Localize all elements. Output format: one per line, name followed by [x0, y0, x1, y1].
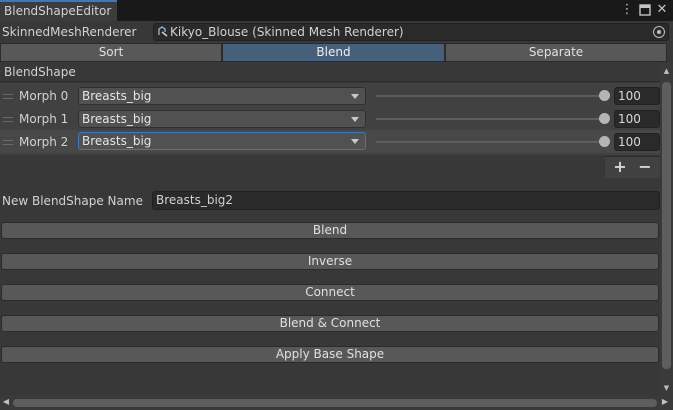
inverse-button[interactable]: Inverse	[1, 253, 659, 270]
blend-button[interactable]: Blend	[1, 222, 659, 239]
blendshape-list-header: BlendShape	[0, 63, 660, 82]
weight-input[interactable]: 100	[614, 133, 660, 151]
new-name-input[interactable]: Breasts_big2	[152, 191, 660, 210]
chevron-down-icon	[351, 139, 359, 144]
blendshape-dropdown[interactable]: Breasts_big	[78, 87, 366, 105]
maximize-icon[interactable]	[638, 2, 652, 18]
renderer-object-field[interactable]: Kikyo_Blouse (Skinned Mesh Renderer)	[153, 23, 669, 41]
blend-and-connect-button[interactable]: Blend & Connect	[1, 315, 659, 332]
blendshape-dropdown[interactable]: Breasts_big	[78, 132, 366, 150]
horizontal-scroll-thumb[interactable]	[13, 399, 657, 407]
chevron-down-icon	[351, 94, 359, 99]
add-item-button[interactable]: +	[610, 158, 630, 176]
dropdown-value: Breasts_big	[82, 112, 152, 126]
morph-label: Morph 2	[19, 135, 69, 149]
blendshape-header-label: BlendShape	[4, 65, 76, 79]
scroll-down-icon[interactable]: ▼	[662, 384, 671, 392]
drag-handle-icon[interactable]	[3, 117, 13, 122]
blendshape-dropdown[interactable]: Breasts_big	[78, 110, 366, 128]
weight-slider-thumb[interactable]	[599, 136, 610, 147]
weight-input[interactable]: 100	[614, 87, 660, 105]
drag-handle-icon[interactable]	[3, 140, 13, 145]
editor-tab[interactable]: BlendShapeEditor	[0, 0, 117, 21]
scroll-left-icon[interactable]: ◀	[1, 397, 11, 407]
weight-input[interactable]: 100	[614, 110, 660, 128]
dropdown-value: Breasts_big	[82, 89, 152, 103]
editor-tab-title: BlendShapeEditor	[4, 4, 112, 18]
remove-item-button[interactable]: −	[635, 158, 655, 176]
mode-sort-button[interactable]: Sort	[0, 43, 222, 62]
mode-separate-button[interactable]: Separate	[445, 43, 667, 62]
morph-label: Morph 0	[19, 89, 69, 103]
scroll-up-icon[interactable]: ▲	[662, 67, 671, 75]
renderer-label: SkinnedMeshRenderer	[2, 25, 137, 39]
new-name-label: New BlendShape Name	[2, 194, 143, 208]
mesh-renderer-icon	[157, 25, 168, 37]
menu-dots-icon[interactable]: ⋮	[620, 2, 634, 18]
chevron-down-icon	[351, 117, 359, 122]
connect-button[interactable]: Connect	[1, 284, 659, 301]
weight-slider-track[interactable]	[376, 118, 604, 120]
scroll-right-icon[interactable]: ▶	[660, 397, 670, 407]
close-icon[interactable]: ✕	[655, 2, 669, 18]
drag-handle-icon[interactable]	[3, 94, 13, 99]
vertical-scroll-thumb[interactable]	[662, 82, 671, 369]
weight-slider-thumb[interactable]	[599, 113, 610, 124]
mode-blend-button[interactable]: Blend	[222, 43, 445, 62]
weight-slider-thumb[interactable]	[599, 90, 610, 101]
weight-slider-track[interactable]	[376, 95, 604, 97]
renderer-value: Kikyo_Blouse (Skinned Mesh Renderer)	[170, 25, 404, 39]
dropdown-value: Breasts_big	[82, 134, 152, 148]
apply-base-shape-button[interactable]: Apply Base Shape	[1, 346, 659, 363]
object-picker-icon[interactable]	[653, 26, 665, 38]
weight-slider-track[interactable]	[376, 141, 604, 143]
morph-label: Morph 1	[19, 112, 69, 126]
